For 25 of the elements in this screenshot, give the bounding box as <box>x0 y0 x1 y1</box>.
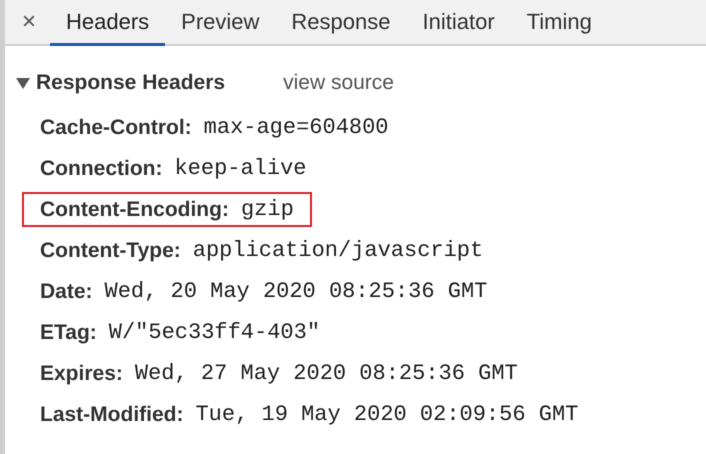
view-source-link[interactable]: view source <box>283 71 394 95</box>
header-name: Content-Encoding: <box>40 198 229 222</box>
header-name: Connection: <box>40 156 162 180</box>
header-value: Tue, 19 May 2020 02:09:56 GMT <box>195 402 578 427</box>
tab[interactable]: Initiator <box>406 0 511 46</box>
tab[interactable]: Preview <box>165 0 276 46</box>
header-value: max-age=604800 <box>204 115 389 140</box>
expanded-triangle-icon[interactable] <box>16 77 30 89</box>
header-name: Expires: <box>40 362 123 386</box>
tab[interactable]: Headers <box>50 0 166 46</box>
header-value: keep-alive <box>174 156 307 181</box>
header-name: ETag: <box>40 320 97 344</box>
header-name: Content-Type: <box>40 238 181 262</box>
section-title[interactable]: Response Headers <box>36 71 226 95</box>
header-value: Wed, 27 May 2020 08:25:36 GMT <box>134 361 518 386</box>
header-name: Date: <box>40 280 93 304</box>
header-name: Cache-Control: <box>40 116 192 140</box>
header-value: application/javascript <box>192 238 484 263</box>
tab[interactable]: Timing <box>510 0 608 46</box>
close-button[interactable]: × <box>5 0 50 44</box>
header-value: Wed, 20 May 2020 08:25:36 GMT <box>104 279 488 304</box>
tab[interactable]: Response <box>275 0 406 46</box>
header-value: gzip <box>240 197 294 222</box>
header-value: W/"5ec33ff4-403" <box>108 320 320 345</box>
header-name: Last-Modified: <box>40 402 184 426</box>
